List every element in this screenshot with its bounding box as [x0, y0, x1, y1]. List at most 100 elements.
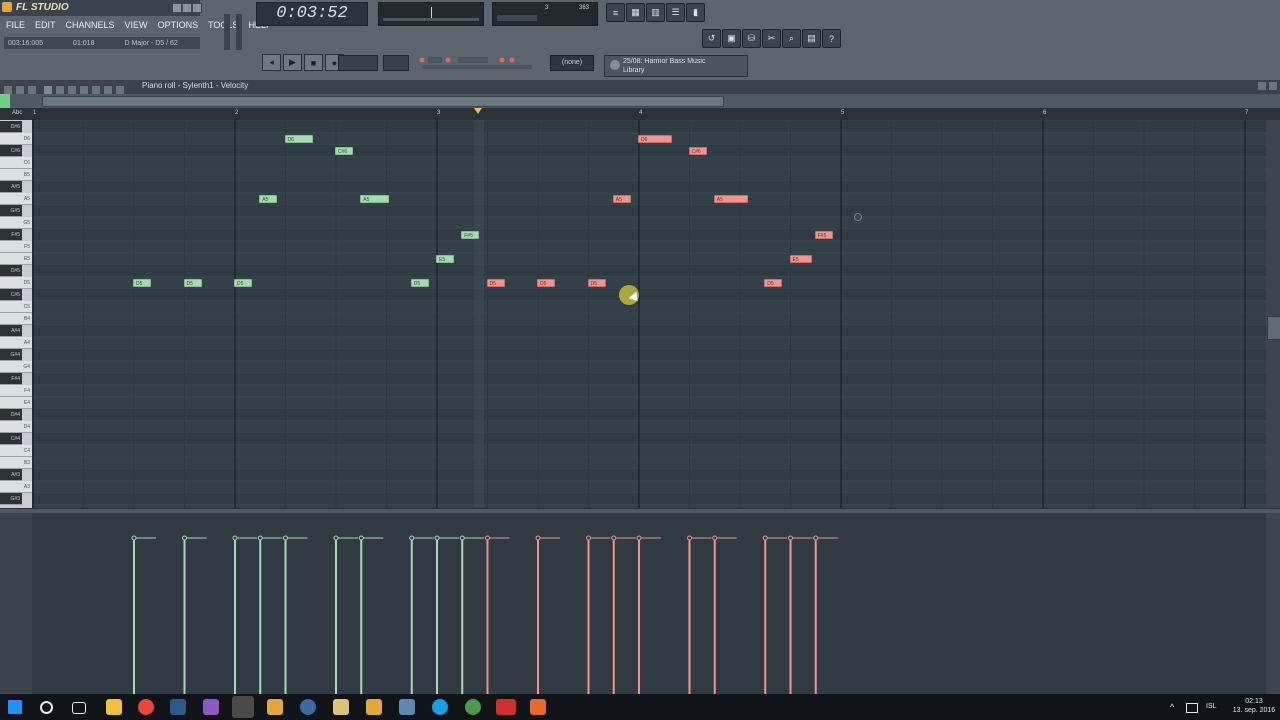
undo-icon[interactable]: ↺ — [702, 29, 721, 48]
piano-key[interactable]: G5 — [0, 217, 32, 229]
menu-options[interactable]: OPTIONS — [156, 18, 201, 34]
piano-key[interactable]: A#4 — [0, 325, 22, 337]
skype-icon[interactable] — [432, 699, 448, 715]
vertical-scrollbar[interactable] — [1266, 120, 1280, 508]
horizontal-scrollbar-thumb[interactable] — [42, 96, 724, 107]
piano-key[interactable]: C6 — [0, 157, 32, 169]
piano-key[interactable]: G#3 — [0, 493, 22, 505]
menu-edit[interactable]: EDIT — [33, 18, 58, 34]
velocity-bar[interactable] — [257, 535, 283, 694]
piano-roll-icon[interactable]: ▥ — [646, 3, 665, 22]
piano-key[interactable]: C5 — [0, 301, 32, 313]
note[interactable]: D6 — [284, 135, 313, 143]
close-piano-roll-icon[interactable] — [1269, 82, 1277, 90]
piano-roll-tools[interactable] — [4, 82, 130, 94]
piano-key[interactable]: E5 — [0, 253, 32, 265]
piano-key[interactable]: G#4 — [0, 349, 22, 361]
render-icon[interactable]: ⛁ — [742, 29, 761, 48]
piano-key[interactable]: C#4 — [0, 433, 22, 445]
vertical-scrollbar-thumb[interactable] — [1267, 316, 1280, 340]
piano-key[interactable]: A4 — [0, 337, 32, 349]
piano-key[interactable]: A5 — [0, 193, 32, 205]
note[interactable]: D5 — [537, 279, 555, 287]
fl-studio-3-icon[interactable] — [366, 699, 382, 715]
note[interactable]: A5 — [713, 195, 748, 203]
piano-key[interactable]: F#4 — [0, 373, 22, 385]
velocity-bar[interactable] — [636, 535, 661, 694]
note[interactable]: C#6 — [335, 147, 353, 155]
step-sequencer-icon[interactable]: ▦ — [626, 3, 645, 22]
pattern-selector[interactable]: (none) — [550, 55, 594, 71]
piano-key[interactable]: B4 — [0, 313, 32, 325]
menu-view[interactable]: VIEW — [123, 18, 150, 34]
piano-keyboard[interactable]: D#6 D6 C#6 C6 B5 A#5 A5 G#5 G5 F#5 F5 E5 D#5 D5 C#5 C5 B… — [0, 120, 32, 508]
search-icon[interactable]: ⌕ — [782, 29, 801, 48]
menu-file[interactable]: FILE — [4, 18, 27, 34]
search-taskbar-icon[interactable] — [40, 701, 53, 714]
piano-key[interactable]: B3 — [0, 457, 32, 469]
notification-icon[interactable] — [1186, 703, 1198, 713]
velocity-editor[interactable] — [32, 513, 1266, 694]
play-icon[interactable]: ▶ — [283, 54, 302, 71]
fl-studio-2-icon[interactable] — [267, 699, 283, 715]
note[interactable]: A5 — [259, 195, 278, 203]
velocity-bar[interactable] — [358, 535, 384, 694]
app-icon[interactable] — [203, 699, 219, 715]
velocity-bar[interactable] — [232, 535, 257, 694]
cut-icon[interactable]: ✂ — [762, 29, 781, 48]
piano-key[interactable]: F5 — [0, 241, 32, 253]
note[interactable]: E5 — [789, 255, 813, 263]
stop-icon[interactable]: ■ — [304, 54, 323, 71]
recording-options[interactable] — [418, 56, 538, 70]
piano-key[interactable]: G4 — [0, 361, 32, 373]
note[interactable]: D6 — [638, 135, 673, 143]
song-time-display[interactable]: 0:03:52 — [256, 2, 368, 26]
help-icon[interactable]: ? — [822, 29, 841, 48]
piano-key[interactable]: A#5 — [0, 181, 22, 193]
piano-key[interactable]: A3 — [0, 481, 32, 493]
detach-icon[interactable] — [1258, 82, 1266, 90]
close-icon[interactable] — [192, 3, 202, 13]
video-icon[interactable] — [333, 699, 349, 715]
editor-icon[interactable] — [399, 699, 415, 715]
velocity-bar[interactable] — [434, 535, 459, 694]
velocity-bar[interactable] — [333, 535, 358, 694]
piano-key[interactable]: B5 — [0, 169, 32, 181]
file-explorer-icon[interactable] — [106, 699, 122, 715]
velocity-bar[interactable] — [762, 535, 788, 694]
velocity-bar[interactable] — [813, 535, 838, 694]
playhead-marker[interactable] — [474, 108, 482, 114]
piano-key[interactable]: D#5 — [0, 265, 22, 277]
note[interactable]: D5 — [133, 279, 151, 287]
piano-key[interactable]: D#6 — [0, 121, 22, 133]
app-orange-icon[interactable] — [530, 699, 546, 715]
task-view-icon[interactable] — [72, 702, 86, 714]
note[interactable]: D5 — [587, 279, 606, 287]
start-icon[interactable] — [8, 700, 22, 714]
note[interactable]: D5 — [234, 279, 252, 287]
chrome-2-icon[interactable] — [465, 699, 481, 715]
piano-key[interactable]: D4 — [0, 421, 32, 433]
mixer-icon[interactable]: ▮ — [686, 3, 705, 22]
tempo-display[interactable] — [338, 55, 378, 71]
media-icon[interactable] — [300, 699, 316, 715]
velocity-bar[interactable] — [586, 535, 611, 694]
velocity-bar[interactable] — [283, 535, 308, 694]
note[interactable]: D5 — [764, 279, 783, 287]
note[interactable]: D5 — [486, 279, 505, 287]
voicemeeter-icon[interactable] — [496, 699, 516, 715]
note[interactable]: D5 — [183, 279, 202, 287]
note[interactable]: C#6 — [688, 147, 707, 155]
note[interactable]: D5 — [410, 279, 429, 287]
browser-icon[interactable]: ☰ — [666, 3, 685, 22]
chrome-icon[interactable] — [138, 699, 154, 715]
piano-key[interactable]: G#5 — [0, 205, 22, 217]
velocity-bar[interactable] — [712, 535, 737, 694]
keyboard-language[interactable]: ISL — [1206, 703, 1217, 710]
piano-key[interactable]: E4 — [0, 397, 32, 409]
master-pitch-slider[interactable] — [236, 14, 242, 50]
piano-key[interactable]: D#4 — [0, 409, 22, 421]
note[interactable]: A5 — [360, 195, 389, 203]
velocity-bar[interactable] — [535, 535, 560, 694]
news-panel[interactable]: 25/08: Harmor Bass Music Library — [604, 55, 748, 77]
